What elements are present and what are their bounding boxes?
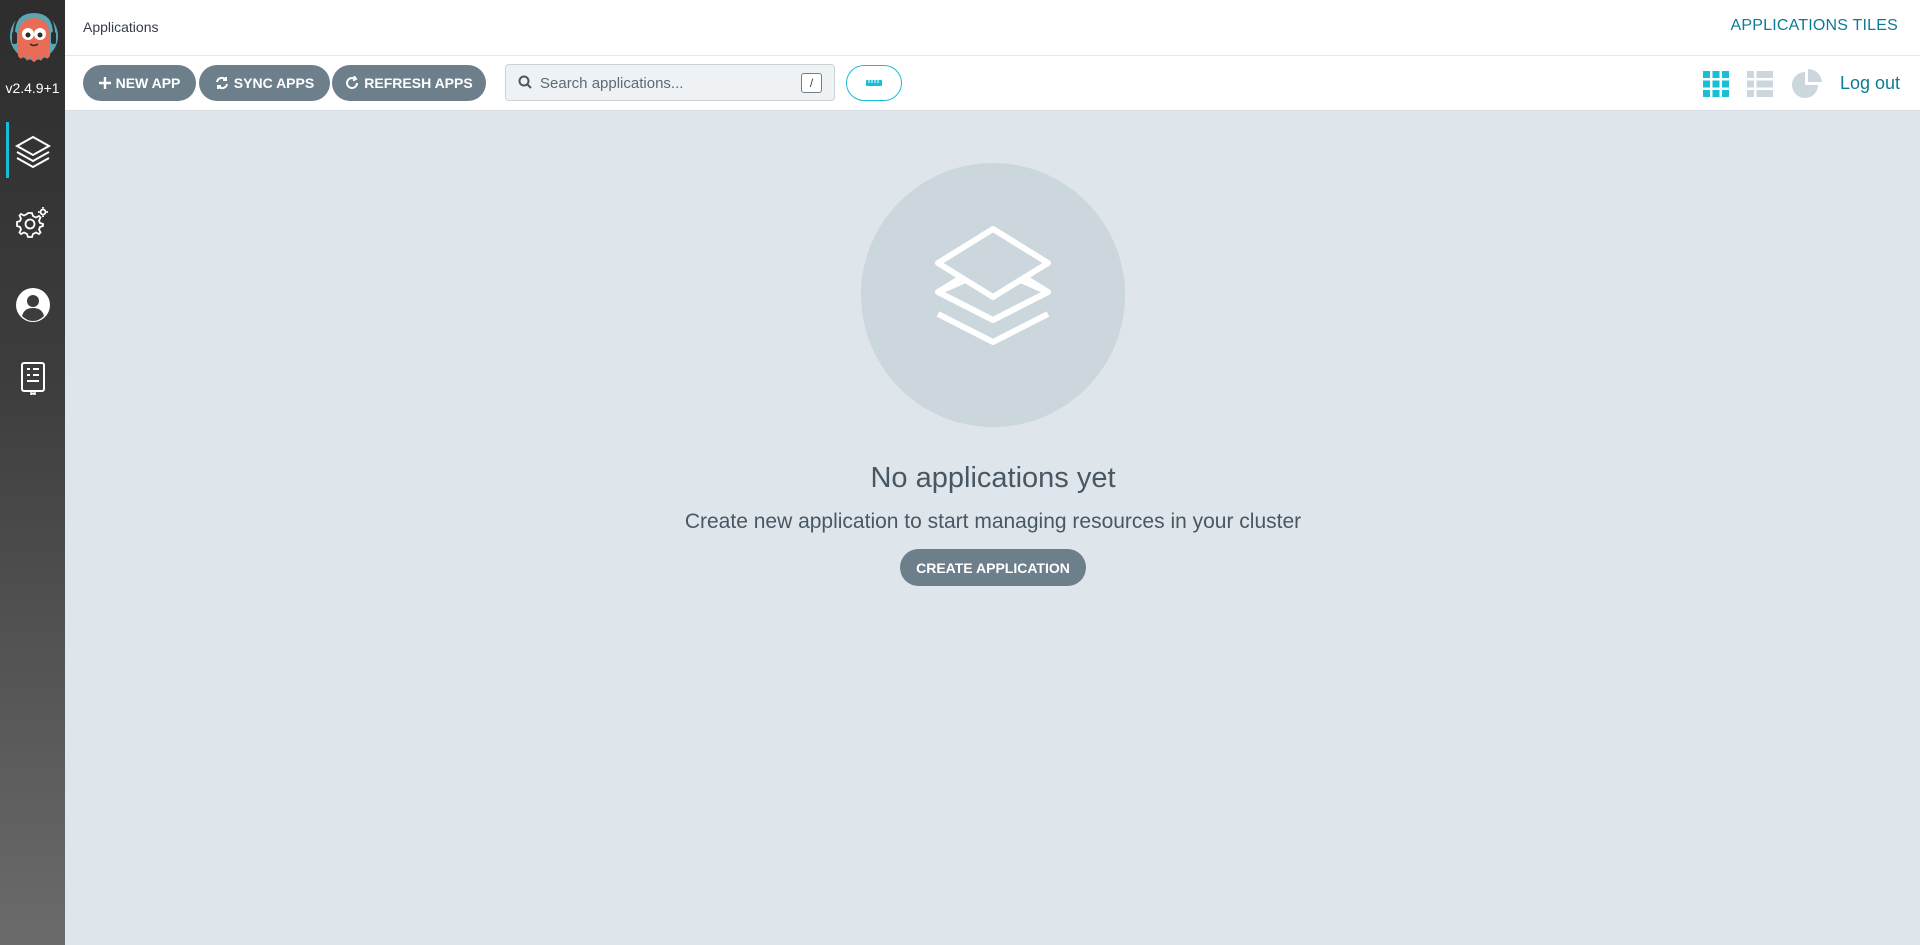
new-app-button[interactable]: NEW APP <box>83 65 196 101</box>
argo-logo[interactable] <box>8 10 60 78</box>
filters-toggle-button[interactable] <box>846 65 902 101</box>
search-icon <box>518 75 532 94</box>
sidebar-item-documentation[interactable] <box>0 348 65 408</box>
ruler-icon <box>866 74 882 92</box>
gear-icon <box>15 204 51 240</box>
layers-icon <box>908 208 1078 383</box>
refresh-apps-label: REFRESH APPS <box>364 75 473 91</box>
help-book-icon <box>18 361 48 395</box>
sidebar: v2.4.9+1 <box>0 0 65 945</box>
top-header: Applications APPLICATIONS TILES <box>65 0 1920 56</box>
empty-state-title: No applications yet <box>870 462 1116 494</box>
sidebar-item-user-info[interactable] <box>0 275 65 335</box>
empty-state-description: Create new application to start managing… <box>684 510 1302 533</box>
version-label: v2.4.9+1 <box>5 80 60 96</box>
sync-apps-label: SYNC APPS <box>233 75 315 91</box>
create-application-button[interactable]: CREATE APPLICATION <box>900 549 1086 586</box>
user-icon <box>15 287 51 323</box>
logout-link[interactable]: Log out <box>1840 73 1900 94</box>
sync-apps-button[interactable]: SYNC APPS <box>199 65 330 101</box>
search-box: / <box>505 64 835 101</box>
tiles-view-icon[interactable] <box>1703 71 1729 102</box>
summary-pie-icon[interactable] <box>1792 68 1822 104</box>
search-input[interactable] <box>540 71 790 95</box>
list-view-icon[interactable] <box>1747 71 1773 102</box>
empty-state-illustration <box>861 163 1125 427</box>
sidebar-item-applications[interactable] <box>0 122 65 182</box>
new-app-label: NEW APP <box>115 75 181 91</box>
refresh-icon <box>345 76 359 90</box>
page-title: APPLICATIONS TILES <box>1730 17 1898 34</box>
toolbar: NEW APP SYNC APPS REFRESH APPS / <box>65 56 1920 111</box>
sync-icon <box>215 76 229 90</box>
layers-icon <box>14 133 52 171</box>
search-shortcut-hint: / <box>801 73 822 93</box>
sidebar-item-settings[interactable] <box>0 192 65 252</box>
refresh-apps-button[interactable]: REFRESH APPS <box>332 65 486 101</box>
breadcrumb[interactable]: Applications <box>83 19 159 35</box>
plus-icon <box>98 77 111 89</box>
